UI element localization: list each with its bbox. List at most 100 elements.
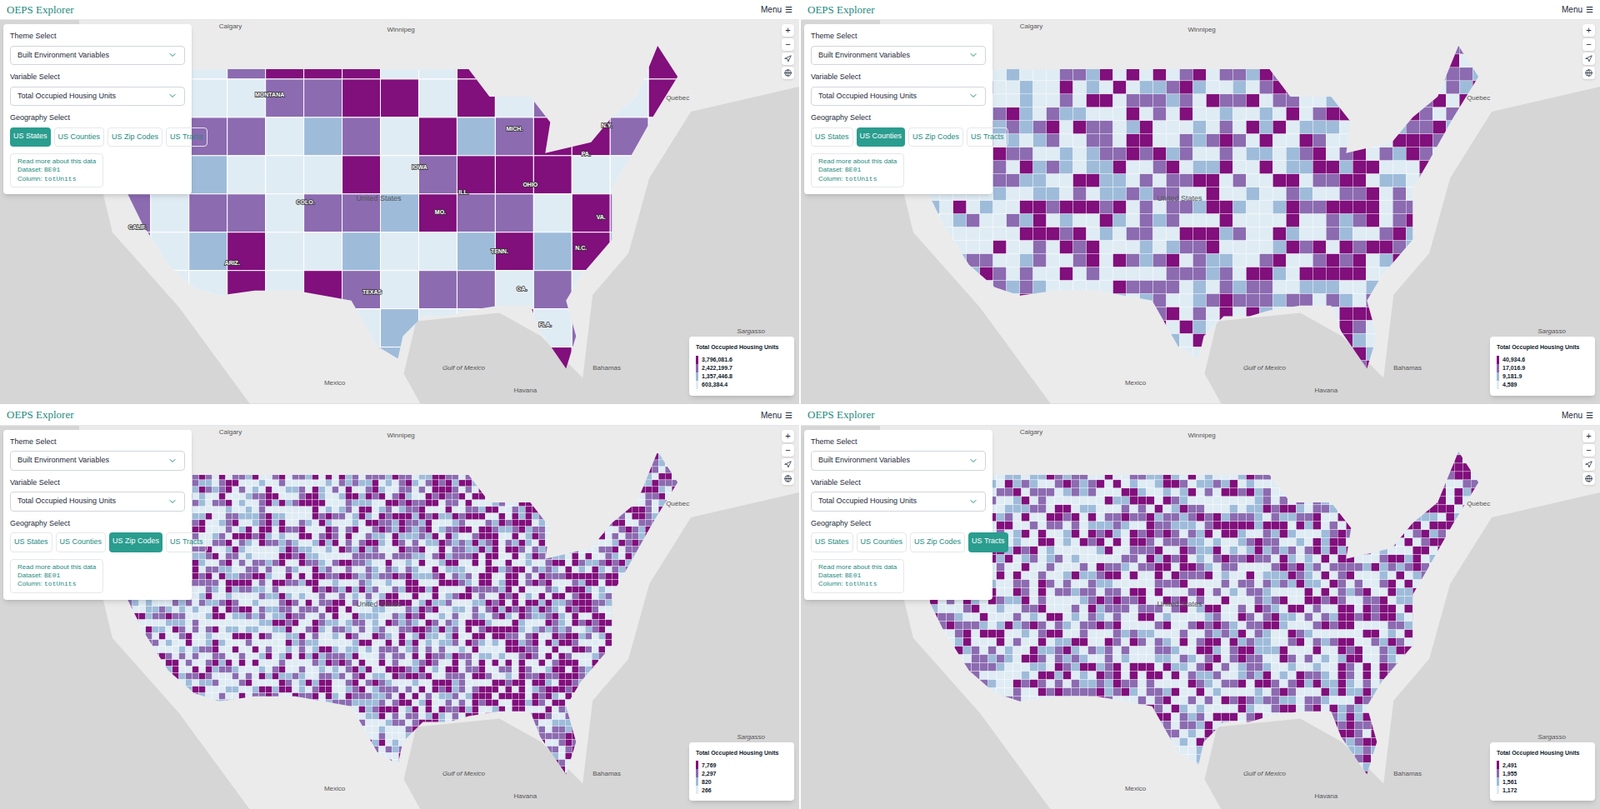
map-region[interactable] [119,725,126,733]
map-region[interactable] [1205,200,1220,215]
map-region[interactable] [913,320,927,335]
map-region[interactable] [1073,200,1087,215]
map-region[interactable] [192,572,200,580]
map-region[interactable] [172,719,180,726]
map-region[interactable] [980,227,994,241]
map-region[interactable] [1245,107,1260,121]
map-region[interactable] [1472,294,1486,308]
map-region[interactable] [1166,227,1180,241]
map-region[interactable] [192,752,200,760]
map-region[interactable] [1272,294,1286,308]
map-region[interactable] [1472,214,1486,228]
geography-button[interactable]: US Counties [54,127,105,148]
map-region[interactable] [179,725,186,733]
map-region[interactable] [1153,80,1167,95]
map-region[interactable] [1060,240,1074,255]
map-region[interactable] [1046,134,1060,148]
map-region[interactable] [953,307,967,321]
map-canvas[interactable]: CalgaryWinnipegQuébecUnited StatesGulf o… [800,20,1600,405]
map-region[interactable] [159,739,166,746]
map-region[interactable] [1285,334,1300,348]
map-region[interactable] [1445,347,1460,361]
map-region[interactable] [1299,294,1313,308]
map-region[interactable] [1272,160,1286,175]
map-region[interactable] [1379,174,1393,188]
map-region[interactable] [1100,214,1114,228]
map-region[interactable] [119,665,126,673]
map-region[interactable] [1405,134,1420,148]
map-region[interactable] [1259,147,1273,161]
map-region[interactable] [165,632,173,640]
map-region[interactable] [1472,160,1486,175]
map-region[interactable] [648,232,687,271]
map-region[interactable] [179,732,186,740]
map-region[interactable] [1219,94,1233,108]
map-region[interactable] [159,599,166,606]
map-region[interactable] [1113,160,1127,175]
map-region[interactable] [1432,267,1446,281]
map-region[interactable] [1086,134,1100,148]
map-region[interactable] [1060,67,1074,81]
map-region[interactable] [1166,120,1180,135]
map-region[interactable] [1339,347,1353,361]
map-region[interactable] [966,214,980,228]
map-region[interactable] [1033,94,1047,108]
map-region[interactable] [1113,214,1127,228]
map-region[interactable] [172,732,180,740]
map-region[interactable] [1232,187,1246,201]
map-region[interactable] [993,360,1007,375]
map-region[interactable] [132,739,140,746]
geography-button[interactable]: US Zip Codes [908,127,964,148]
map-region[interactable] [966,240,980,255]
map-region[interactable] [1020,254,1034,268]
map-region[interactable] [185,665,193,673]
map-region[interactable] [1205,134,1220,148]
map-region[interactable] [227,194,266,233]
map-region[interactable] [112,732,120,740]
map-region[interactable] [966,307,980,321]
map-region[interactable] [1113,267,1127,281]
map-region[interactable] [132,712,140,720]
map-region[interactable] [1060,227,1074,241]
geography-button[interactable]: US Counties [856,127,906,148]
map-region[interactable] [132,719,140,726]
map-region[interactable] [1205,174,1220,188]
map-region[interactable] [139,739,146,746]
map-region[interactable] [1020,147,1034,161]
map-region[interactable] [1020,107,1034,121]
map-region[interactable] [1352,174,1366,188]
map-region[interactable] [1245,334,1260,348]
map-region[interactable] [1113,174,1127,188]
map-region[interactable] [139,692,146,700]
geography-button[interactable]: US States [810,127,854,148]
map-region[interactable] [1299,320,1313,335]
map-region[interactable] [1180,334,1194,348]
map-region[interactable] [1392,174,1406,188]
map-region[interactable] [1352,280,1366,295]
map-region[interactable] [185,625,193,633]
map-region[interactable] [1006,107,1020,121]
map-region[interactable] [1259,267,1273,281]
map-region[interactable] [1272,94,1286,108]
map-region[interactable] [1245,307,1260,321]
map-region[interactable] [1180,307,1194,321]
map-region[interactable] [1153,267,1167,281]
map-region[interactable] [145,719,153,726]
map-region[interactable] [145,705,153,713]
map-region[interactable] [1219,214,1233,228]
map-region[interactable] [1060,147,1074,161]
map-region[interactable] [1325,160,1340,175]
map-region[interactable] [159,759,166,766]
map-region[interactable] [953,347,967,361]
map-region[interactable] [145,739,153,746]
map-region[interactable] [1312,120,1326,135]
map-region[interactable] [1325,360,1340,375]
map-region[interactable] [1365,267,1380,281]
map-region[interactable] [1259,120,1273,135]
map-region[interactable] [189,79,228,118]
map-region[interactable] [1205,227,1220,241]
map-region[interactable] [265,79,305,118]
read-more-link[interactable]: Read more about this data [818,157,897,166]
map-region[interactable] [172,745,180,753]
map-region[interactable] [1006,240,1020,255]
